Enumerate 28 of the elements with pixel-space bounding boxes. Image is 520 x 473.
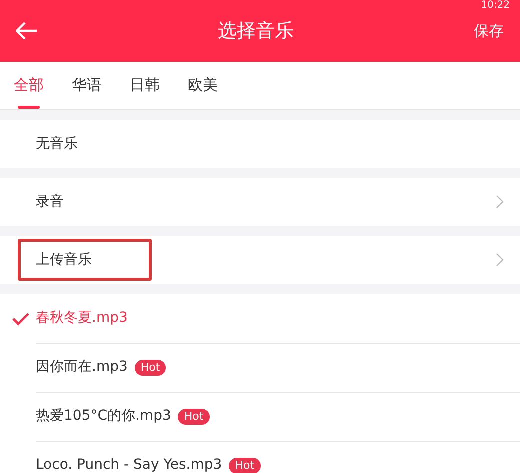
hot-badge: Hot [178, 408, 210, 424]
song-title: 因你而在.mp3 [36, 358, 128, 377]
option-row[interactable]: 无音乐 [0, 120, 520, 168]
song-title: 春秋冬夏.mp3 [36, 309, 128, 328]
song-row[interactable]: Loco. Punch - Say Yes.mp3 Hot [0, 441, 520, 473]
category-tab[interactable]: 华语 [72, 62, 102, 110]
hot-badge: Hot [229, 458, 261, 473]
song-title: 热爱105°C的你.mp3 [36, 407, 172, 426]
status-time: 10:22 [481, 0, 510, 11]
option-label: 无音乐 [36, 134, 79, 154]
song-title: Loco. Punch - Say Yes.mp3 [36, 456, 222, 473]
option-row[interactable]: 上传音乐 [0, 236, 520, 284]
category-tab[interactable]: 日韩 [130, 62, 160, 110]
category-tab[interactable]: 全部 [14, 62, 44, 110]
save-button[interactable]: 保存 [474, 20, 504, 42]
page-title: 选择音乐 [217, 18, 295, 44]
song-row[interactable]: 因你而在.mp3 Hot [0, 343, 520, 392]
category-tab[interactable]: 欧美 [188, 62, 218, 110]
option-label: 录音 [36, 192, 65, 212]
option-row[interactable]: 录音 [0, 178, 520, 226]
option-label: 上传音乐 [36, 250, 93, 270]
chevron-right-icon [496, 195, 504, 209]
hot-badge: Hot [134, 360, 166, 376]
back-icon[interactable] [16, 22, 38, 40]
chevron-right-icon [496, 253, 504, 267]
song-row[interactable]: 春秋冬夏.mp3 [0, 294, 520, 343]
song-row[interactable]: 热爱105°C的你.mp3 Hot [0, 392, 520, 441]
check-icon [12, 312, 30, 326]
